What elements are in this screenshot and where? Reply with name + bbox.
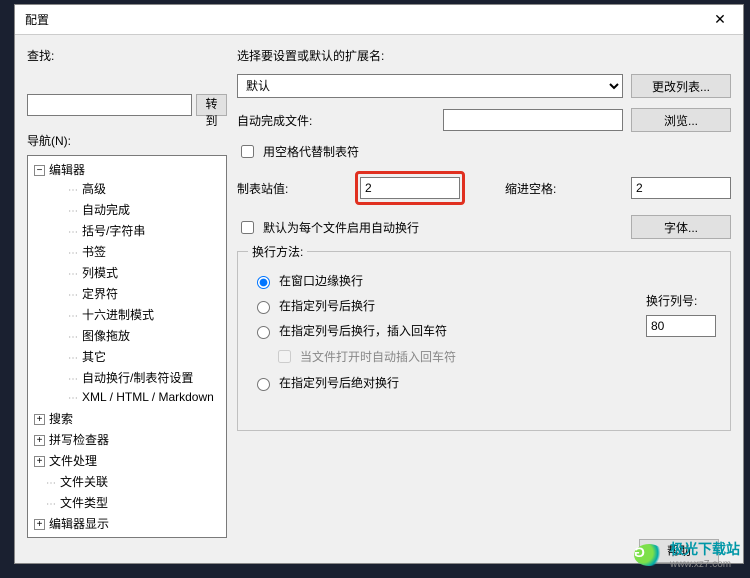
tabstop-label: 制表站值:: [237, 180, 347, 197]
window-title: 配置: [25, 11, 49, 28]
tree-node[interactable]: +文件处理: [28, 450, 227, 471]
use-spaces-label: 用空格代替制表符: [263, 143, 359, 160]
close-button[interactable]: ✕: [697, 5, 743, 35]
expand-icon[interactable]: +: [34, 435, 45, 446]
auto-insert-cr-checkbox: [278, 350, 291, 363]
tree-node[interactable]: +拼写检查器: [28, 429, 227, 450]
search-input[interactable]: [27, 94, 192, 116]
config-dialog: 配置 ✕ 查找: 转到 导航(N): −编辑器 高级 自动完成: [14, 4, 744, 564]
indent-input[interactable]: [631, 177, 731, 199]
search-label: 查找:: [27, 47, 227, 64]
tree-leaf[interactable]: 自动完成: [50, 199, 227, 220]
tree-node[interactable]: +搜索: [28, 408, 227, 429]
ext-select[interactable]: 默认: [237, 74, 623, 98]
tree-node[interactable]: +编辑器显示: [28, 513, 227, 534]
tree-leaf[interactable]: 高级: [50, 178, 227, 199]
ext-label: 选择要设置或默认的扩展名:: [237, 47, 731, 64]
browse-button[interactable]: 浏览...: [631, 108, 731, 132]
default-autowrap-row[interactable]: 默认为每个文件启用自动换行: [237, 218, 623, 237]
font-button[interactable]: 字体...: [631, 215, 731, 239]
nav-label: 导航(N):: [27, 132, 227, 149]
tree-leaf[interactable]: 定界符: [50, 283, 227, 304]
tree-leaf[interactable]: 文件关联: [28, 471, 227, 492]
tree-leaf[interactable]: XML / HTML / Markdown: [50, 388, 227, 406]
radio-absolute-col[interactable]: 在指定列号后绝对换行: [252, 374, 716, 391]
titlebar: 配置 ✕: [15, 5, 743, 35]
group-legend: 换行方法:: [248, 243, 307, 260]
tabstop-input[interactable]: [360, 177, 460, 199]
use-spaces-checkbox-row[interactable]: 用空格代替制表符: [237, 142, 731, 161]
tree-leaf[interactable]: 图像拖放: [50, 325, 227, 346]
tabstop-highlight: [355, 171, 465, 205]
autocomplete-label: 自动完成文件:: [237, 112, 337, 129]
nav-tree[interactable]: −编辑器 高级 自动完成 括号/字符串 书签 列模式 定界符 十六进制模式 图像…: [27, 155, 227, 538]
tree-leaf[interactable]: 其它: [50, 346, 227, 367]
default-autowrap-label: 默认为每个文件启用自动换行: [263, 219, 419, 236]
expand-icon[interactable]: +: [34, 519, 45, 530]
dialog-footer: 帮助: [15, 538, 743, 563]
wrap-col-label: 换行列号:: [646, 292, 716, 309]
autocomplete-file-input[interactable]: [443, 109, 623, 131]
tree-node-editor[interactable]: −编辑器 高级 自动完成 括号/字符串 书签 列模式 定界符 十六进制模式 图像…: [28, 159, 227, 408]
help-button[interactable]: 帮助: [639, 539, 719, 563]
radio-r4[interactable]: [257, 378, 270, 391]
wrap-method-group: 换行方法: 在窗口边缘换行 在指定列号后换行 在指定列号后换行，插入回车符 当文…: [237, 251, 731, 431]
radio-window-edge[interactable]: 在窗口边缘换行: [252, 272, 716, 289]
wrap-col-input[interactable]: [646, 315, 716, 337]
tree-leaf[interactable]: 列模式: [50, 262, 227, 283]
radio-r1[interactable]: [257, 276, 270, 289]
change-list-button[interactable]: 更改列表...: [631, 74, 731, 98]
tree-leaf[interactable]: 书签: [50, 241, 227, 262]
auto-insert-cr-row: 当文件打开时自动插入回车符: [274, 347, 716, 366]
tree-leaf[interactable]: 文件类型: [28, 492, 227, 513]
tree-leaf[interactable]: 括号/字符串: [50, 220, 227, 241]
radio-r2[interactable]: [257, 301, 270, 314]
default-autowrap-checkbox[interactable]: [241, 221, 254, 234]
use-spaces-checkbox[interactable]: [241, 145, 254, 158]
goto-button[interactable]: 转到: [196, 94, 227, 116]
expand-icon[interactable]: +: [34, 414, 45, 425]
collapse-icon[interactable]: −: [34, 165, 45, 176]
tree-leaf[interactable]: 自动换行/制表符设置: [50, 367, 227, 388]
expand-icon[interactable]: +: [34, 456, 45, 467]
indent-label: 缩进空格:: [505, 180, 556, 197]
radio-r3[interactable]: [257, 326, 270, 339]
tree-leaf[interactable]: 十六进制模式: [50, 304, 227, 325]
left-panel: 查找: 转到 导航(N): −编辑器 高级 自动完成 括号/字符串 书签 列模式: [27, 47, 227, 538]
right-panel: 选择要设置或默认的扩展名: 默认 更改列表... 自动完成文件: 浏览... 用…: [237, 47, 731, 538]
close-icon: ✕: [714, 11, 726, 28]
